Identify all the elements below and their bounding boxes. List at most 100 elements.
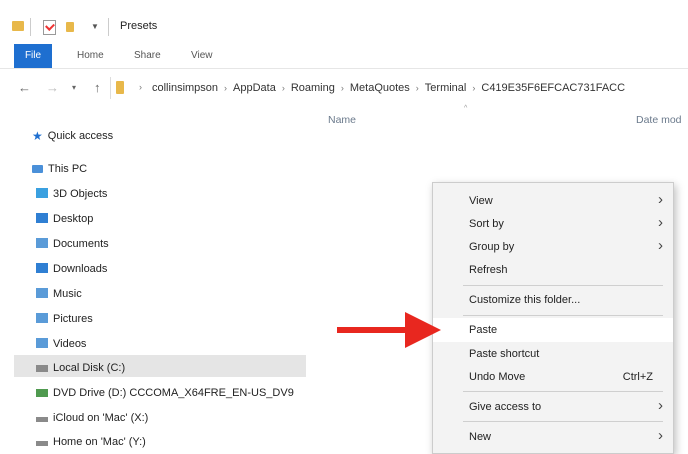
nav-label: Downloads xyxy=(53,263,108,275)
menu-label: Paste shortcut xyxy=(469,348,540,360)
tab-view[interactable]: View xyxy=(191,50,213,61)
annotation-arrow-shaft xyxy=(337,327,407,333)
menu-item-undo-move[interactable]: Undo Move Ctrl+Z xyxy=(433,365,673,389)
menu-separator xyxy=(463,391,663,392)
menu-label: New xyxy=(469,431,492,443)
context-menu: View › Sort by › Group by › Refresh Customi… xyxy=(432,182,674,454)
chevron-right-icon: › xyxy=(658,191,663,208)
nav-home-mac[interactable]: Home on 'Mac' (Y:) xyxy=(36,436,146,448)
sort-indicator-icon: ^ xyxy=(464,105,468,112)
breadcrumb-item[interactable]: Roaming xyxy=(291,82,335,94)
nav-label: Music xyxy=(53,288,82,300)
menu-item-paste-shortcut[interactable]: Paste shortcut xyxy=(433,342,673,366)
menu-label: Sort by xyxy=(469,218,504,230)
nav-local-disk[interactable]: Local Disk (C:) xyxy=(36,362,125,374)
nav-downloads[interactable]: Downloads xyxy=(36,263,107,275)
nav-this-pc[interactable]: This PC xyxy=(32,163,87,175)
nav-icloud[interactable]: iCloud on 'Mac' (X:) xyxy=(36,412,148,424)
chevron-right-icon: › xyxy=(658,397,663,414)
desktop-icon xyxy=(36,213,48,223)
nav-desktop[interactable]: Desktop xyxy=(36,213,93,225)
menu-separator xyxy=(463,285,663,286)
breadcrumb: collinsimpson › AppData › Roaming › MetaQuotes… xyxy=(152,82,625,94)
menu-label: Customize this folder... xyxy=(469,294,581,306)
breadcrumb-item[interactable]: AppData xyxy=(233,82,276,94)
chevron-right-icon[interactable]: › xyxy=(341,83,344,93)
menu-label: Give access to xyxy=(469,401,542,413)
separator xyxy=(30,18,31,36)
menu-separator xyxy=(463,421,663,422)
menu-label: Paste xyxy=(469,324,498,336)
breadcrumb-item[interactable]: MetaQuotes xyxy=(350,82,410,94)
tab-home[interactable]: Home xyxy=(77,50,104,61)
menu-label: View xyxy=(469,195,493,207)
videos-icon xyxy=(36,338,48,348)
music-icon xyxy=(36,288,48,298)
nav-videos[interactable]: Videos xyxy=(36,338,86,350)
column-header-date[interactable]: Date mod xyxy=(636,114,682,126)
nav-pictures[interactable]: Pictures xyxy=(36,313,93,325)
customize-quick-access-icon[interactable]: ▼ xyxy=(91,22,99,31)
chevron-right-icon: › xyxy=(658,427,663,444)
chevron-right-icon[interactable]: › xyxy=(282,83,285,93)
chevron-right-icon[interactable]: › xyxy=(139,82,142,92)
drive-icon xyxy=(36,365,48,372)
tab-share[interactable]: Share xyxy=(134,50,161,61)
breadcrumb-item[interactable]: collinsimpson xyxy=(152,82,218,94)
nav-label: Home on 'Mac' (Y:) xyxy=(53,436,146,448)
nav-quick-access[interactable]: ★ Quick access xyxy=(32,129,114,143)
nav-label: iCloud on 'Mac' (X:) xyxy=(53,412,149,424)
column-header-name[interactable]: Name xyxy=(328,114,356,126)
network-drive-icon xyxy=(36,417,48,422)
nav-label: Videos xyxy=(53,338,87,350)
back-icon[interactable]: ← xyxy=(18,80,31,95)
chevron-right-icon: › xyxy=(658,237,663,254)
nav-3d-objects[interactable]: 3D Objects xyxy=(36,188,107,200)
nav-label: Quick access xyxy=(47,130,114,142)
nav-dvd-drive[interactable]: DVD Drive (D:) CCCOMA_X64FRE_EN-US_DV9 xyxy=(36,387,294,399)
nav-label: DVD Drive (D:) CCCOMA_X64FRE_EN-US_DV9 xyxy=(53,387,294,399)
properties-icon[interactable] xyxy=(43,20,56,35)
window-title: Presets xyxy=(120,20,158,32)
tab-file[interactable]: File xyxy=(14,44,52,68)
nav-label: Documents xyxy=(53,238,109,250)
nav-label: This PC xyxy=(48,163,88,175)
menu-item-sort-by[interactable]: Sort by › xyxy=(433,212,673,236)
nav-label: Pictures xyxy=(53,313,93,325)
breadcrumb-item[interactable]: C419E35F6EFCAC731FACC xyxy=(481,82,625,94)
menu-item-refresh[interactable]: Refresh xyxy=(433,258,673,282)
computer-icon xyxy=(32,165,43,173)
menu-separator xyxy=(463,315,663,316)
menu-item-paste[interactable]: Paste xyxy=(433,318,673,342)
annotation-arrow-icon xyxy=(405,312,441,348)
chevron-right-icon[interactable]: › xyxy=(416,83,419,93)
nav-documents[interactable]: Documents xyxy=(36,238,109,250)
menu-label: Refresh xyxy=(469,264,508,276)
folder-icon xyxy=(12,21,24,31)
star-icon: ★ xyxy=(32,129,43,143)
nav-music[interactable]: Music xyxy=(36,288,82,300)
menu-label: Undo Move xyxy=(469,371,526,383)
menu-item-give-access[interactable]: Give access to › xyxy=(433,395,673,419)
menu-item-group-by[interactable]: Group by › xyxy=(433,235,673,259)
new-folder-icon[interactable] xyxy=(66,22,74,32)
documents-icon xyxy=(36,238,48,248)
menu-item-new[interactable]: New › xyxy=(433,425,673,449)
menu-item-view[interactable]: View › xyxy=(433,189,673,213)
breadcrumb-item[interactable]: Terminal xyxy=(425,82,467,94)
recent-locations-icon[interactable]: ▾ xyxy=(72,83,76,92)
chevron-right-icon[interactable]: › xyxy=(472,83,475,93)
nav-label: Local Disk (C:) xyxy=(53,362,126,374)
menu-label: Group by xyxy=(469,241,515,253)
up-icon[interactable]: ↑ xyxy=(94,80,101,95)
shortcut-label: Ctrl+Z xyxy=(622,371,653,383)
dvd-drive-icon xyxy=(36,389,48,397)
downloads-icon xyxy=(36,263,48,273)
folder-icon xyxy=(116,81,124,94)
network-drive-icon xyxy=(36,441,48,446)
pictures-icon xyxy=(36,313,48,323)
menu-item-customize[interactable]: Customize this folder... xyxy=(433,288,673,312)
forward-icon[interactable]: → xyxy=(46,80,59,95)
cube-icon xyxy=(36,188,48,198)
chevron-right-icon[interactable]: › xyxy=(224,83,227,93)
